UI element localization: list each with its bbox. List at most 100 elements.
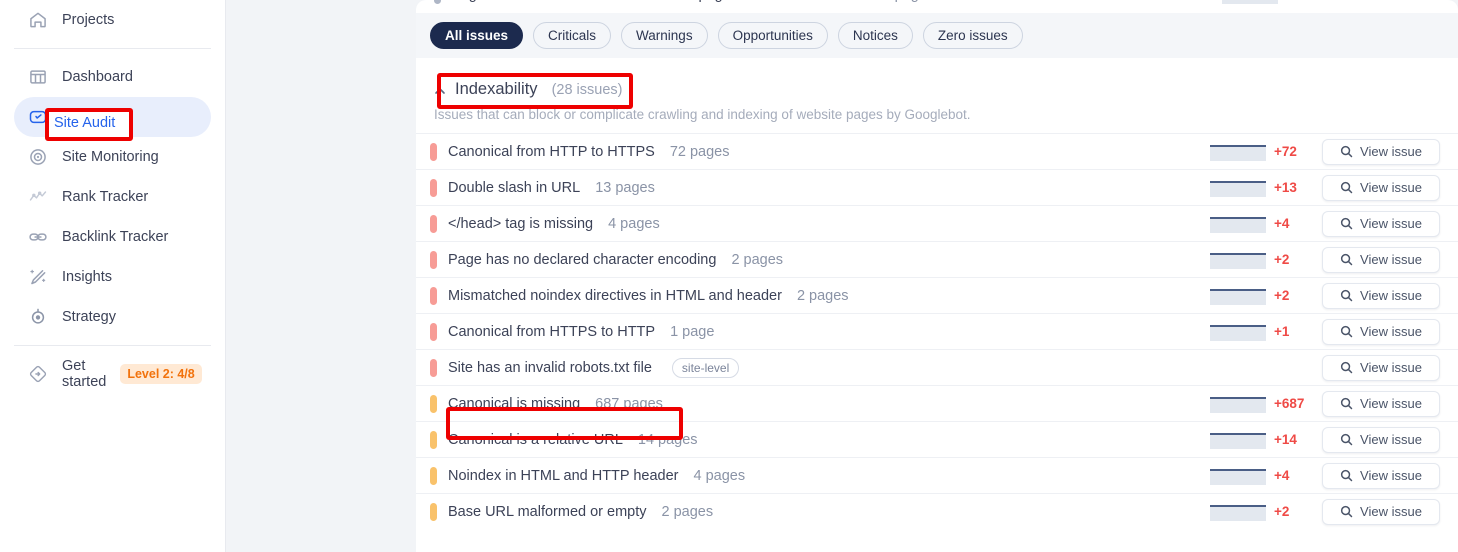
sidebar-item-label: Insights [62, 269, 112, 285]
issue-name[interactable]: Canonical from HTTP to HTTPS [448, 144, 655, 160]
table-row[interactable]: Canonical from HTTPS to HTTP 1 page +1 View… [416, 313, 1458, 349]
issue-name[interactable]: </head> tag is missing [448, 216, 593, 232]
view-issue-button[interactable]: View issue [1322, 462, 1440, 489]
issue-delta: +13 [1274, 180, 1297, 195]
view-issue-button[interactable]: View issue [1322, 426, 1440, 453]
section-issue-count: (28 issues) [551, 81, 623, 98]
view-issue-button[interactable]: View issue [1322, 390, 1440, 417]
filter-chip-notices[interactable]: Notices [837, 22, 913, 49]
issue-metrics: +4 View issue [1210, 462, 1440, 489]
sidebar-item-dashboard[interactable]: Dashboard [14, 57, 211, 97]
sidebar-item-label: Projects [62, 12, 115, 28]
issue-count: 4 pages [883, 0, 935, 3]
issue-delta: +1 [1274, 324, 1290, 339]
magnifier-icon [1340, 253, 1353, 266]
issue-delta: +14 [1274, 432, 1297, 447]
issue-name[interactable]: Site has an invalid robots.txt file [448, 360, 652, 376]
filter-chip-criticals[interactable]: Criticals [533, 22, 612, 49]
issue-name[interactable]: Mismatched noindex directives in HTML an… [448, 288, 782, 304]
section-header-indexability[interactable]: Indexability (28 issues) [416, 58, 1458, 99]
cut-off-issue-row[interactable]: Page has more than 1 links to internal p… [416, 0, 1458, 13]
view-issue-button[interactable]: View issue [1322, 282, 1440, 309]
severity-indicator-warning [430, 394, 437, 413]
view-issue-label: View issue [1360, 396, 1422, 411]
view-issue-button[interactable]: View issue [1322, 0, 1440, 3]
table-row[interactable]: Canonical from HTTP to HTTPS 72 pages +72 V… [416, 133, 1458, 169]
sparkline [1210, 250, 1266, 269]
table-row[interactable]: Noindex in HTML and HTTP header 4 pages +4… [416, 457, 1458, 493]
sidebar-item-strategy[interactable]: Strategy [14, 297, 211, 337]
filter-chip-warnings[interactable]: Warnings [621, 22, 708, 49]
filter-chip-opportunities[interactable]: Opportunities [717, 22, 828, 49]
table-row[interactable]: </head> tag is missing 4 pages +4 View issu… [416, 205, 1458, 241]
sidebar-item-projects[interactable]: Projects [14, 0, 211, 40]
issue-metrics: +1 View issue [1210, 318, 1440, 345]
issue-cell: Canonical is missing 687 pages [430, 394, 1210, 413]
table-row[interactable]: Mismatched noindex directives in HTML an… [416, 277, 1458, 313]
table-row[interactable]: Page has no declared character encoding 2… [416, 241, 1458, 277]
table-row[interactable]: Site has an invalid robots.txt file site-… [416, 349, 1458, 385]
severity-indicator-warning [430, 430, 437, 449]
sidebar-item-rank-tracker[interactable]: Rank Tracker [14, 177, 211, 217]
issue-name[interactable]: Base URL malformed or empty [448, 504, 647, 520]
issue-name[interactable]: Noindex in HTML and HTTP header [448, 468, 679, 484]
issue-name[interactable]: Page has no declared character encoding [448, 252, 716, 268]
sparkline [1222, 0, 1278, 4]
view-issue-button[interactable]: View issue [1322, 354, 1440, 381]
filter-chip-zero-issues[interactable]: Zero issues [922, 22, 1023, 49]
issue-page-count: 72 pages [669, 143, 730, 160]
severity-indicator-critical [430, 142, 437, 161]
issues-table: Canonical from HTTP to HTTPS 72 pages +72 V… [416, 133, 1458, 529]
magnifier-icon [1340, 289, 1353, 302]
sidebar-group-main: Dashboard Site Audit Site Monitoring Ran… [14, 57, 211, 337]
view-issue-button[interactable]: View issue [1322, 210, 1440, 237]
rank-tracker-icon [28, 187, 48, 207]
issues-card: Page has more than 1 links to internal p… [416, 0, 1458, 552]
filter-chip-all-issues[interactable]: All issues [430, 22, 524, 49]
table-row[interactable]: Canonical is a relative URL 14 pages +14 Vi… [416, 421, 1458, 457]
sparkline [1210, 142, 1266, 161]
table-row[interactable]: Double slash in URL 13 pages +13 View issue [416, 169, 1458, 205]
sidebar-divider-top [14, 48, 211, 49]
sparkline [1210, 178, 1266, 197]
view-issue-button[interactable]: View issue [1322, 246, 1440, 273]
sidebar: Projects Dashboard Site Audit Site Monit… [0, 0, 226, 552]
sidebar-item-backlink-tracker[interactable]: Backlink Tracker [14, 217, 211, 257]
magnifier-icon [1340, 217, 1353, 230]
issue-name[interactable]: Canonical is missing [448, 396, 580, 412]
issue-metrics: +2 View issue [1210, 282, 1440, 309]
issue-name: Page has more than 1 links to internal p… [451, 0, 873, 3]
issue-page-count: 4 pages [693, 467, 746, 484]
issue-filter-bar: All issues Criticals Warnings Opportunit… [416, 13, 1458, 58]
severity-indicator-critical [430, 358, 437, 377]
issue-cell: Site has an invalid robots.txt file site-… [430, 357, 1210, 378]
issue-metrics: +4 View issue [1210, 210, 1440, 237]
sparkline [1210, 214, 1266, 233]
chevron-up-icon[interactable] [434, 84, 446, 96]
issue-name[interactable]: Canonical is a relative URL [448, 432, 623, 448]
sparkline [1210, 502, 1266, 521]
sparkline [1210, 286, 1266, 305]
magnifier-icon [1340, 145, 1353, 158]
view-issue-button[interactable]: View issue [1322, 138, 1440, 165]
issue-cell: Mismatched noindex directives in HTML an… [430, 286, 1210, 305]
table-row[interactable]: Canonical is missing 687 pages +687 View is… [416, 385, 1458, 421]
sidebar-item-get-started[interactable]: Get started Level 2: 4/8 [14, 354, 211, 394]
sidebar-item-site-audit[interactable]: Site Audit [14, 97, 211, 137]
issue-name[interactable]: Double slash in URL [448, 180, 580, 196]
site-monitoring-icon [28, 147, 48, 167]
sidebar-item-label: Backlink Tracker [62, 229, 169, 245]
issue-cell: Base URL malformed or empty 2 pages [430, 502, 1210, 521]
backlink-tracker-icon [28, 227, 48, 247]
view-issue-button[interactable]: View issue [1322, 174, 1440, 201]
sidebar-item-site-monitoring[interactable]: Site Monitoring [14, 137, 211, 177]
view-issue-button[interactable]: View issue [1322, 498, 1440, 525]
table-row[interactable]: Base URL malformed or empty 2 pages +2 View… [416, 493, 1458, 529]
sparkline [1210, 394, 1266, 413]
sidebar-item-insights[interactable]: Insights [14, 257, 211, 297]
view-issue-button[interactable]: View issue [1322, 318, 1440, 345]
issue-delta: +2 [1274, 252, 1290, 267]
issue-name[interactable]: Canonical from HTTPS to HTTP [448, 324, 655, 340]
status-badge: site-level [671, 357, 740, 378]
issue-cell: Noindex in HTML and HTTP header 4 pages [430, 466, 1210, 485]
